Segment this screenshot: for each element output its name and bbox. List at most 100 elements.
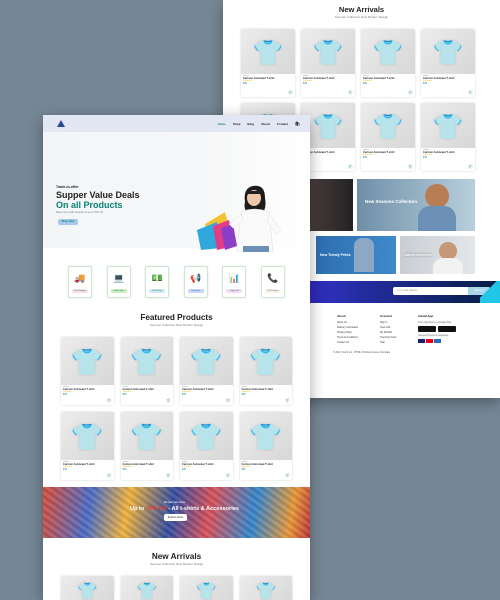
feature-box: 📊 Happy Sell: [222, 266, 247, 298]
tshirt-icon: 👕: [249, 347, 283, 378]
nav-blog[interactable]: Blog: [247, 122, 254, 126]
add-to-cart-icon[interactable]: 🛒: [408, 90, 413, 95]
product-card[interactable]: 👕adidasCartoon Astronaut T-shirt★★★★★$78…: [180, 576, 233, 600]
product-card[interactable]: 👕adidasCartoon Astronaut T-shirt★★★★★$78…: [301, 29, 355, 97]
product-image: 👕: [120, 337, 173, 385]
add-to-cart-icon[interactable]: 🛒: [225, 473, 231, 478]
new-arrivals-grid: 👕adidasCartoon Astronaut T-shirt★★★★★$78…: [43, 576, 310, 600]
footer-link[interactable]: Contact Us: [337, 341, 380, 344]
add-to-cart-icon[interactable]: 🛒: [106, 473, 112, 478]
product-card[interactable]: 👕adidasCartoon Astronaut T-shirt★★★★★$78…: [61, 576, 114, 600]
hero-headline-accent: On all Products: [56, 200, 123, 210]
footer-link[interactable]: Track My Order: [380, 336, 418, 339]
featured-products-title: Featured Products: [140, 313, 213, 322]
chart-icon: 📊: [228, 273, 240, 283]
add-to-cart-icon[interactable]: 🛒: [166, 473, 171, 478]
product-price: $78: [182, 468, 186, 471]
bag-icon[interactable]: 🛍: [295, 121, 300, 126]
footer-link[interactable]: Delivery Information: [337, 326, 380, 329]
site-logo[interactable]: [57, 119, 65, 128]
feature-label: Free Shipping: [72, 289, 88, 293]
add-to-cart-icon[interactable]: 🛒: [468, 90, 473, 95]
tshirt-icon: 👕: [70, 422, 104, 453]
product-image: 👕: [361, 103, 415, 148]
add-to-cart-icon[interactable]: 🛒: [348, 90, 353, 95]
laptop-icon: 💻: [112, 273, 125, 283]
nav-shop[interactable]: Shop: [233, 122, 241, 126]
product-price: $78: [63, 393, 67, 396]
feature-box: 💵 Save Money: [145, 266, 170, 298]
product-card[interactable]: 👕adidasCartoon Astronaut T-shirt★★★★★$78…: [361, 103, 415, 171]
feature-box: 📢 Promotions: [183, 266, 208, 298]
tshirt-icon: 👕: [136, 582, 158, 600]
product-image: 👕: [239, 337, 292, 385]
add-to-cart-icon[interactable]: 🛒: [468, 164, 473, 169]
product-price: $78: [241, 468, 246, 471]
add-to-cart-icon[interactable]: 🛒: [166, 398, 171, 403]
product-image: 👕: [180, 576, 233, 600]
promo-banner-prints: New Trendy Prints: [316, 236, 396, 274]
add-to-cart-icon[interactable]: 🛒: [285, 398, 290, 403]
tshirt-icon: 👕: [312, 113, 344, 141]
feature-label: F24/7 Support: [264, 289, 281, 293]
product-card[interactable]: 👕adidasCartoon Astronaut T-shirt★★★★★$78…: [120, 337, 173, 405]
product-card[interactable]: 👕adidasCartoon Astronaut T-shirt★★★★★$78…: [61, 412, 114, 480]
mastercard-icon: [426, 339, 433, 343]
footer-link[interactable]: View Cart: [380, 326, 418, 329]
megaphone-icon: 📢: [190, 273, 202, 283]
feature-label: Online Order: [110, 289, 127, 293]
product-card[interactable]: 👕adidasCartoon Astronaut T-shirt★★★★★$78…: [241, 29, 295, 97]
product-card[interactable]: 👕adidasCartoon Astronaut T-shirt★★★★★$78…: [61, 337, 114, 405]
nav-about[interactable]: About: [261, 122, 270, 126]
tshirt-icon: 👕: [372, 39, 404, 67]
hero-note: Save more with coupons & up to 70% off: [56, 211, 103, 214]
nav-home[interactable]: Home: [218, 122, 226, 126]
featured-products-subtitle: Summer Collection New Modern Design: [149, 323, 204, 327]
front-page-preview: Home Shop Blog About Contact 🛍 Trade-in-…: [43, 115, 310, 600]
product-card[interactable]: 👕adidasCartoon Astronaut T-shirt★★★★★$78…: [180, 412, 233, 480]
footer-link[interactable]: Help: [380, 341, 418, 344]
nav-contact[interactable]: Contact: [277, 122, 288, 126]
product-price: $78: [363, 156, 367, 159]
product-card[interactable]: 👕adidasCartoon Astronaut T-shirt★★★★★$78…: [239, 576, 292, 600]
product-card[interactable]: 👕adidasCartoon Astronaut T-shirt★★★★★$78…: [421, 29, 475, 97]
product-card[interactable]: 👕adidasCartoon Astronaut T-shirt★★★★★$78…: [180, 337, 233, 405]
site-header: Home Shop Blog About Contact 🛍: [43, 115, 310, 132]
footer-about: About About Us Delivery Information Priv…: [337, 314, 380, 346]
app-store-badge[interactable]: [418, 326, 436, 332]
add-to-cart-icon[interactable]: 🛒: [288, 90, 293, 95]
product-card[interactable]: 👕adidasCartoon Astronaut T-shirt★★★★★$78…: [361, 29, 415, 97]
footer-link[interactable]: Privacy Policy: [337, 331, 380, 334]
person-head: [425, 184, 449, 208]
product-image: 👕: [239, 412, 292, 460]
tshirt-icon: 👕: [76, 582, 98, 600]
footer-link[interactable]: About Us: [337, 321, 380, 324]
product-image: 👕: [361, 29, 415, 74]
product-card[interactable]: 👕adidasCartoon Astronaut T-shirt★★★★★$78…: [239, 412, 292, 480]
promo-small-title-2: Latest collection: [404, 253, 432, 257]
google-play-badge[interactable]: [438, 326, 456, 332]
footer-link[interactable]: My Wishlist: [380, 331, 418, 334]
tshirt-icon: 👕: [255, 582, 277, 600]
product-card[interactable]: 👕adidasCartoon Astronaut T-shirt★★★★★$78…: [120, 412, 173, 480]
footer-link[interactable]: Terms & Conditions: [337, 336, 380, 339]
product-card[interactable]: 👕adidasCartoon Astronaut T-shirt★★★★★$78…: [120, 576, 173, 600]
feature-label: Happy Sell: [226, 289, 243, 293]
product-price: $78: [423, 156, 427, 159]
add-to-cart-icon[interactable]: 🛒: [106, 398, 112, 403]
tshirt-icon: 👕: [189, 347, 223, 378]
shop-now-button[interactable]: Shop Now: [58, 219, 78, 225]
money-icon: 💵: [151, 273, 163, 283]
add-to-cart-icon[interactable]: 🛒: [408, 164, 413, 169]
add-to-cart-icon[interactable]: 🛒: [285, 473, 290, 478]
product-card[interactable]: 👕adidasCartoon Astronaut T-shirt★★★★★$78…: [421, 103, 475, 171]
product-image: 👕: [301, 29, 355, 74]
product-image: 👕: [421, 29, 475, 74]
footer-link[interactable]: Sign In: [380, 321, 418, 324]
add-to-cart-icon[interactable]: 🛒: [225, 398, 231, 403]
add-to-cart-icon[interactable]: 🛒: [348, 164, 353, 169]
explore-more-button[interactable]: Explore More: [164, 514, 187, 521]
hero-tagline: Trade-in-offer: [56, 185, 79, 189]
product-card[interactable]: 👕adidasCartoon Astronaut T-shirt★★★★★$78…: [239, 337, 292, 405]
feature-box: 💻 Online Order: [106, 266, 131, 298]
